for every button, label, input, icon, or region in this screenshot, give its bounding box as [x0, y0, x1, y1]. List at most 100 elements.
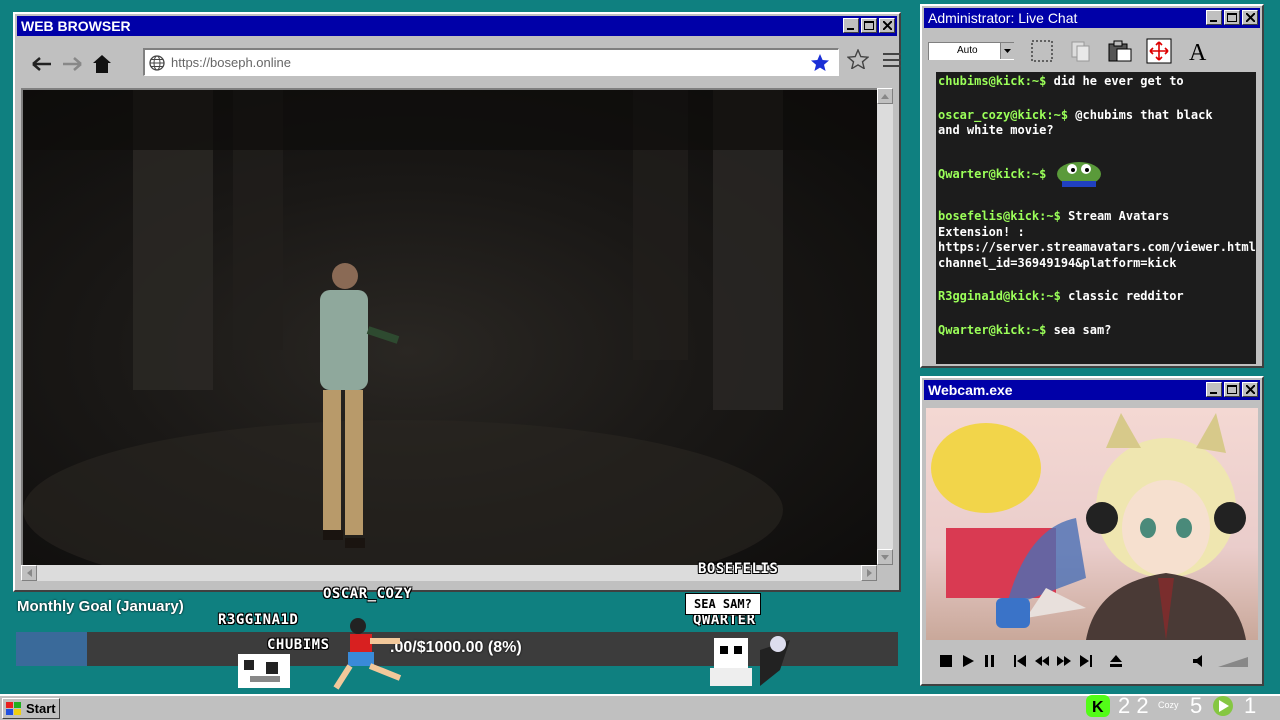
volume-button[interactable]: [1190, 650, 1210, 672]
forward-button[interactable]: [57, 49, 87, 79]
minimize-icon: [1210, 391, 1217, 394]
chat-text: classic redditor: [1068, 289, 1184, 303]
chat-message: oscar_cozy@kick:~$ @chubims that black a…: [938, 108, 1240, 139]
anime-avatar-image: [931, 413, 1246, 640]
chat-username[interactable]: R3ggina1d@kick:~$: [938, 289, 1061, 303]
maximize-icon: [1227, 13, 1237, 22]
chat-username[interactable]: oscar_cozy@kick:~$: [938, 108, 1068, 122]
maximize-button[interactable]: [861, 18, 877, 33]
select-tool-button[interactable]: [1024, 34, 1060, 68]
previous-button[interactable]: [1010, 650, 1030, 672]
close-icon: [1245, 385, 1255, 394]
chat-messages[interactable]: chubims@kick:~$ did he ever get to oscar…: [936, 72, 1256, 364]
minimize-button[interactable]: [843, 18, 859, 33]
webcam-titlebar[interactable]: Webcam.exe: [924, 380, 1260, 400]
pepe-emote-icon: [1054, 157, 1104, 192]
goal-label: Monthly Goal (January): [17, 598, 184, 615]
chat-title: Administrator: Live Chat: [928, 10, 1078, 26]
goal-progress-fill: [16, 632, 87, 666]
browser-window[interactable]: WEB BROWSER https://boseph.online: [13, 12, 901, 592]
copy-button[interactable]: [1063, 34, 1099, 68]
tray-counter-a: 2 2: [1118, 693, 1149, 718]
bookmark-star-icon: [811, 54, 829, 71]
qwarter-avatar-sprite: [710, 636, 790, 686]
scroll-down-button[interactable]: [877, 549, 893, 565]
browser-title: WEB BROWSER: [21, 18, 131, 34]
chat-message: R3ggina1d@kick:~$ classic redditor: [938, 289, 1240, 305]
back-button[interactable]: [27, 49, 57, 79]
address-bar[interactable]: https://boseph.online: [143, 48, 839, 76]
move-button[interactable]: [1141, 34, 1177, 68]
avatar-name: BOSEFELIS: [698, 561, 779, 577]
rewind-button[interactable]: [1032, 650, 1052, 672]
copy-icon: [1071, 41, 1090, 62]
pause-button[interactable]: [980, 650, 1000, 672]
arrow-right-icon: [866, 569, 872, 577]
chat-text: sea sam?: [1053, 322, 1112, 337]
avatar-name: R3GGINA1D: [218, 612, 299, 628]
zoom-select[interactable]: Auto: [928, 42, 1014, 60]
chat-titlebar[interactable]: Administrator: Live Chat: [924, 8, 1260, 28]
close-icon: [1245, 13, 1255, 22]
chat-text: did he ever get to: [1053, 74, 1184, 88]
next-button[interactable]: [1076, 650, 1096, 672]
vertical-scrollbar[interactable]: [877, 88, 893, 565]
font-button[interactable]: A: [1180, 34, 1216, 68]
eject-button[interactable]: [1106, 650, 1126, 672]
skip-back-icon: [1014, 655, 1026, 667]
paste-icon: [1108, 40, 1132, 62]
home-button[interactable]: [87, 49, 117, 79]
webcam-window[interactable]: Webcam.exe: [920, 376, 1264, 686]
volume-slider[interactable]: [1218, 655, 1248, 667]
zoom-select-value: Auto: [957, 45, 978, 56]
chat-username[interactable]: chubims@kick:~$: [938, 74, 1046, 88]
fast-forward-button[interactable]: [1054, 650, 1074, 672]
close-button[interactable]: [1242, 382, 1258, 397]
close-button[interactable]: [1242, 10, 1258, 25]
video-frame: [23, 90, 879, 565]
chat-username[interactable]: Qwarter@kick:~$: [938, 166, 1046, 180]
scroll-up-button[interactable]: [877, 88, 893, 104]
live-chat-window[interactable]: Administrator: Live Chat Auto A chubims@…: [920, 4, 1264, 368]
dropdown-arrow-icon[interactable]: [1000, 43, 1014, 59]
tray-small-label: Cozy: [1158, 700, 1179, 710]
fast-forward-icon: [1057, 656, 1071, 666]
scroll-right-button[interactable]: [861, 565, 877, 581]
url-text: https://boseph.online: [171, 55, 291, 70]
minimize-button[interactable]: [1206, 10, 1222, 25]
media-controls: [936, 646, 1248, 676]
kick-logo-icon: K: [1086, 695, 1110, 720]
back-arrow-icon: [32, 57, 51, 71]
rumble-logo-icon: [1210, 695, 1236, 720]
webcam-view: [926, 408, 1258, 640]
favorites-button[interactable]: [846, 48, 870, 74]
navigation-bar: https://boseph.online: [21, 40, 901, 88]
volume-level-icon: [1218, 657, 1248, 667]
maximize-button[interactable]: [1224, 382, 1240, 397]
scroll-left-button[interactable]: [21, 565, 37, 581]
video-player[interactable]: [21, 88, 879, 565]
close-button[interactable]: [879, 18, 895, 33]
hamburger-menu-icon: [883, 53, 901, 67]
paste-button[interactable]: [1102, 34, 1138, 68]
stop-button[interactable]: [936, 650, 956, 672]
arrow-up-icon: [881, 93, 889, 99]
rewind-icon: [1035, 656, 1049, 666]
start-label: Start: [26, 701, 56, 716]
skip-forward-icon: [1080, 655, 1092, 667]
browser-titlebar[interactable]: WEB BROWSER: [17, 16, 897, 36]
pause-icon: [985, 655, 994, 667]
play-button[interactable]: [958, 650, 978, 672]
webcam-title: Webcam.exe: [928, 382, 1013, 398]
menu-button[interactable]: [883, 53, 901, 72]
minimize-button[interactable]: [1206, 382, 1222, 397]
chat-message: bosefelis@kick:~$ Stream Avatars Extensi…: [938, 209, 1256, 271]
running-avatar-sprite: [333, 618, 402, 690]
maximize-button[interactable]: [1224, 10, 1240, 25]
start-button[interactable]: Start: [2, 698, 60, 719]
chat-username[interactable]: bosefelis@kick:~$: [938, 209, 1061, 223]
globe-icon: [149, 54, 165, 71]
forward-arrow-icon: [63, 57, 82, 71]
chat-username[interactable]: Qwarter@kick:~$: [938, 323, 1046, 337]
chat-message: Qwarter@kick:~$: [938, 157, 1240, 192]
